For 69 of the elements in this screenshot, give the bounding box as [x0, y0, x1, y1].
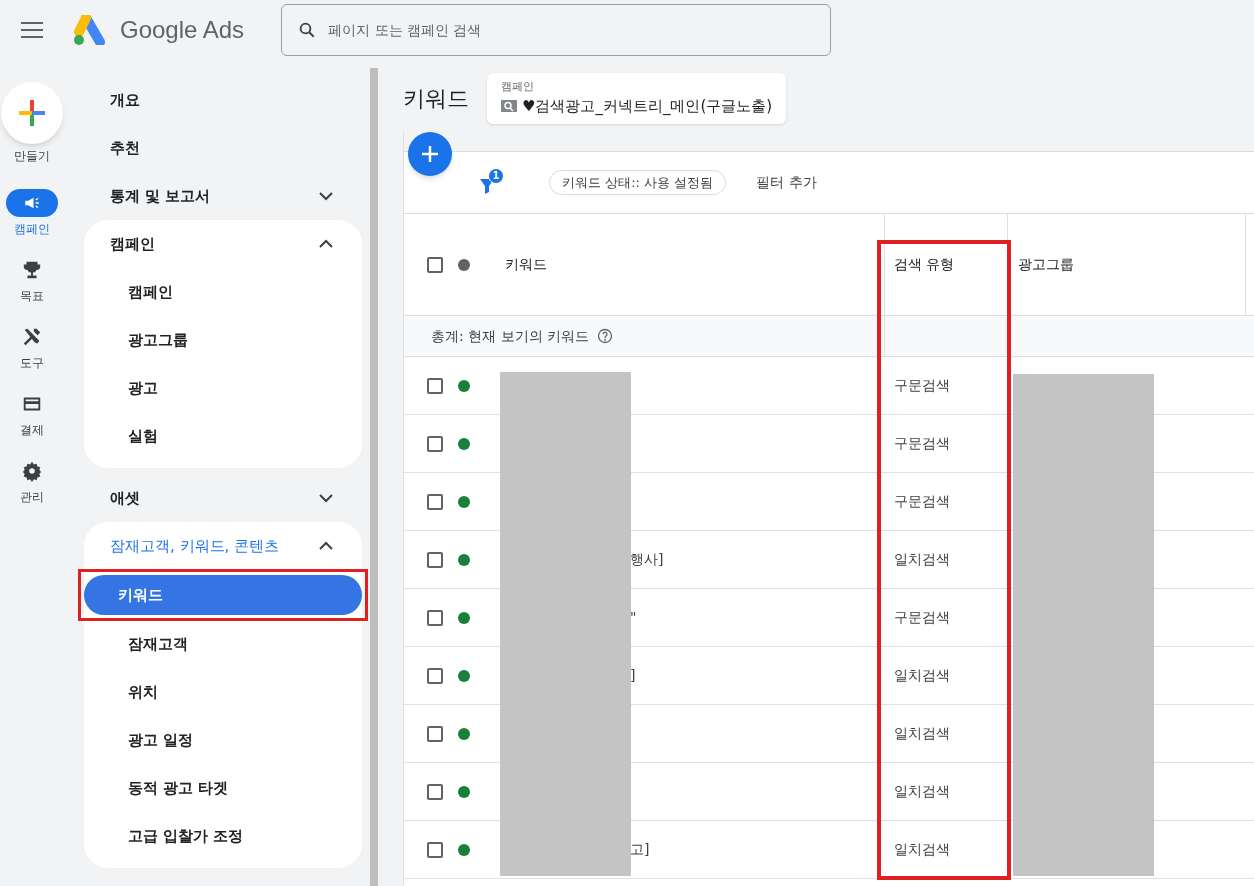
nav-section[interactable]: 통계 및 보고서 [110, 184, 211, 208]
match-type-text: 일치검색 [894, 550, 950, 569]
nav-item[interactable]: 광고 [84, 364, 362, 412]
nav-item[interactable]: 실험 [84, 412, 362, 460]
search-field[interactable]: 페이지 또는 캠페인 검색 [328, 19, 815, 41]
checkbox[interactable] [427, 841, 443, 858]
nav-section[interactable]: 개요 [110, 88, 140, 112]
checkbox[interactable] [427, 725, 443, 742]
keyword-text: 행사] [630, 550, 664, 569]
rail-item[interactable]: 도구 [6, 323, 58, 372]
match-type-text: 구문검색 [894, 434, 950, 453]
status-icon [458, 258, 470, 271]
rail-item[interactable]: 목표 [6, 256, 58, 305]
column-header[interactable]: 키워드 [505, 254, 547, 275]
match-type-text: 구문검색 [894, 376, 950, 395]
help-icon[interactable] [597, 328, 614, 344]
menu-icon[interactable] [21, 22, 43, 38]
nav-item[interactable]: 위치 [84, 668, 362, 716]
match-type-text: 일치검색 [894, 724, 950, 743]
checkbox[interactable] [427, 256, 443, 273]
match-type-text: 일치검색 [894, 840, 950, 859]
logo-icon [72, 15, 108, 45]
nav-item[interactable]: 광고그룹 [84, 316, 362, 364]
campaign-selector[interactable]: 캠페인 ♥검색광고_커넥트리_메인(구글노출) [487, 72, 787, 124]
checkbox[interactable] [427, 783, 443, 800]
add-button[interactable] [408, 132, 452, 176]
create-label: 만들기 [14, 148, 50, 165]
add-filter-button[interactable]: 필터 추가 [756, 172, 817, 193]
nav-section[interactable]: 추천 [110, 136, 140, 160]
column-header[interactable]: 광고그룹 [1018, 254, 1074, 275]
page-title: 키워드 [403, 84, 469, 113]
plus-icon [421, 145, 439, 163]
search-bar[interactable]: 페이지 또는 캠페인 검색 [281, 4, 832, 56]
nav-item[interactable]: 동적 광고 타겟 [84, 764, 362, 812]
total-label: 총계: 현재 보기의 키워드 [431, 326, 590, 346]
trophy-icon [21, 259, 43, 281]
nav-item[interactable]: 키워드 [84, 575, 362, 615]
keyword-text: 고] [630, 840, 650, 859]
nav-item[interactable]: 잠재고객 [84, 620, 362, 668]
rail-item[interactable]: 결제 [6, 390, 58, 439]
keyword-text: " [630, 608, 637, 627]
search-icon [298, 21, 317, 39]
checkbox[interactable] [427, 551, 443, 568]
create-button[interactable] [1, 82, 63, 144]
match-type-text: 구문검색 [894, 492, 950, 511]
nav-section[interactable]: 잠재고객, 키워드, 콘텐츠 [110, 534, 280, 558]
keyword-text: ] [630, 666, 636, 685]
scrollbar[interactable] [370, 68, 378, 886]
rail-item[interactable]: 관리 [6, 457, 58, 506]
nav-section[interactable]: 애셋 [110, 486, 140, 510]
nav-item[interactable]: 광고 일정 [84, 716, 362, 764]
tools-icon [21, 326, 43, 348]
checkbox[interactable] [427, 667, 443, 684]
match-type-text: 일치검색 [894, 666, 950, 685]
checkbox[interactable] [427, 377, 443, 394]
checkbox[interactable] [427, 609, 443, 626]
nav-item[interactable]: 캠페인 [84, 268, 362, 316]
checkbox[interactable] [427, 435, 443, 452]
settings-icon [21, 460, 43, 482]
column-header[interactable]: 검색 유형 [894, 254, 955, 275]
nav-item[interactable]: 고급 입찰가 조정 [84, 812, 362, 860]
product-name: Google Ads [120, 15, 245, 45]
search-campaign-icon [501, 100, 517, 113]
match-type-text: 구문검색 [894, 608, 950, 627]
plus-icon [17, 98, 47, 128]
nav-section[interactable]: 캠페인 [110, 232, 155, 256]
checkbox[interactable] [427, 493, 443, 510]
match-type-text: 일치검색 [894, 782, 950, 801]
filter-count-badge: 1 [488, 167, 504, 184]
